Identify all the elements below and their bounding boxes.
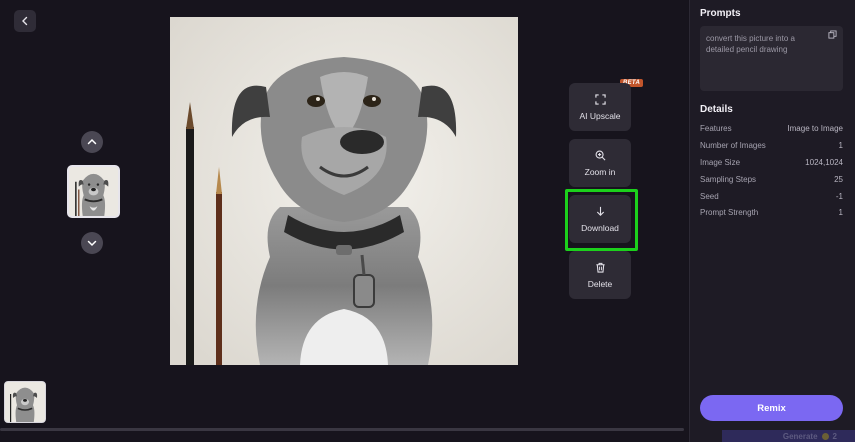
prompt-box: convert this picture into a detailed pen… bbox=[700, 26, 843, 91]
delete-button[interactable]: Delete bbox=[569, 251, 631, 299]
history-thumbnail[interactable] bbox=[4, 381, 46, 423]
detail-row-sampling-steps: Sampling Steps 25 bbox=[700, 175, 843, 184]
ai-upscale-label: AI Upscale bbox=[579, 110, 621, 121]
prompt-text: convert this picture into a detailed pen… bbox=[706, 34, 795, 54]
details-heading: Details bbox=[700, 104, 733, 115]
dog-thumbnail-image bbox=[69, 167, 118, 216]
pencil-drawing-dog-image bbox=[170, 17, 518, 365]
detail-label: Number of Images bbox=[700, 141, 766, 150]
detail-label: Sampling Steps bbox=[700, 175, 757, 184]
generate-cost: 2 bbox=[832, 431, 837, 441]
previous-image-button[interactable] bbox=[81, 131, 103, 153]
detail-label: Seed bbox=[700, 192, 719, 201]
detail-label: Features bbox=[700, 124, 732, 133]
detail-row-number-of-images: Number of Images 1 bbox=[700, 141, 843, 150]
chevron-left-icon bbox=[22, 16, 28, 26]
detail-value: 1 bbox=[838, 208, 843, 217]
coin-icon bbox=[821, 432, 829, 440]
zoom-in-label: Zoom in bbox=[584, 166, 616, 177]
detail-label: Image Size bbox=[700, 158, 741, 167]
detail-row-image-size: Image Size 1024,1024 bbox=[700, 158, 843, 167]
generate-button[interactable]: Generate 2 bbox=[722, 430, 855, 442]
selected-image-thumbnail[interactable] bbox=[67, 165, 120, 218]
detail-label: Prompt Strength bbox=[700, 208, 759, 217]
detail-value: 1024,1024 bbox=[805, 158, 843, 167]
trash-icon bbox=[595, 262, 605, 273]
generate-label: Generate bbox=[782, 431, 818, 441]
detail-row-seed: Seed -1 bbox=[700, 192, 843, 201]
remix-button[interactable]: Remix bbox=[700, 395, 843, 421]
generated-image bbox=[170, 17, 518, 365]
chevron-up-icon bbox=[87, 138, 97, 145]
detail-row-features: Features Image to Image bbox=[700, 124, 843, 133]
chevron-down-icon bbox=[87, 240, 97, 247]
back-button[interactable] bbox=[14, 10, 36, 32]
expand-icon bbox=[594, 93, 606, 105]
ai-upscale-button[interactable]: AI Upscale bbox=[569, 83, 631, 131]
detail-row-prompt-strength: Prompt Strength 1 bbox=[700, 208, 843, 217]
zoom-in-button[interactable]: Zoom in bbox=[569, 139, 631, 187]
zoom-in-icon bbox=[595, 150, 605, 160]
detail-value: -1 bbox=[835, 192, 843, 201]
detail-value: 25 bbox=[834, 175, 843, 184]
copy-icon[interactable] bbox=[828, 30, 837, 39]
dog-history-thumbnail-image bbox=[5, 382, 45, 422]
detail-value: 1 bbox=[838, 141, 843, 150]
download-highlight-box bbox=[565, 189, 638, 251]
detail-value: Image to Image bbox=[787, 124, 843, 133]
prompts-heading: Prompts bbox=[700, 8, 741, 19]
horizontal-scrollbar[interactable] bbox=[0, 428, 684, 431]
delete-label: Delete bbox=[587, 278, 613, 289]
next-image-button[interactable] bbox=[81, 232, 103, 254]
